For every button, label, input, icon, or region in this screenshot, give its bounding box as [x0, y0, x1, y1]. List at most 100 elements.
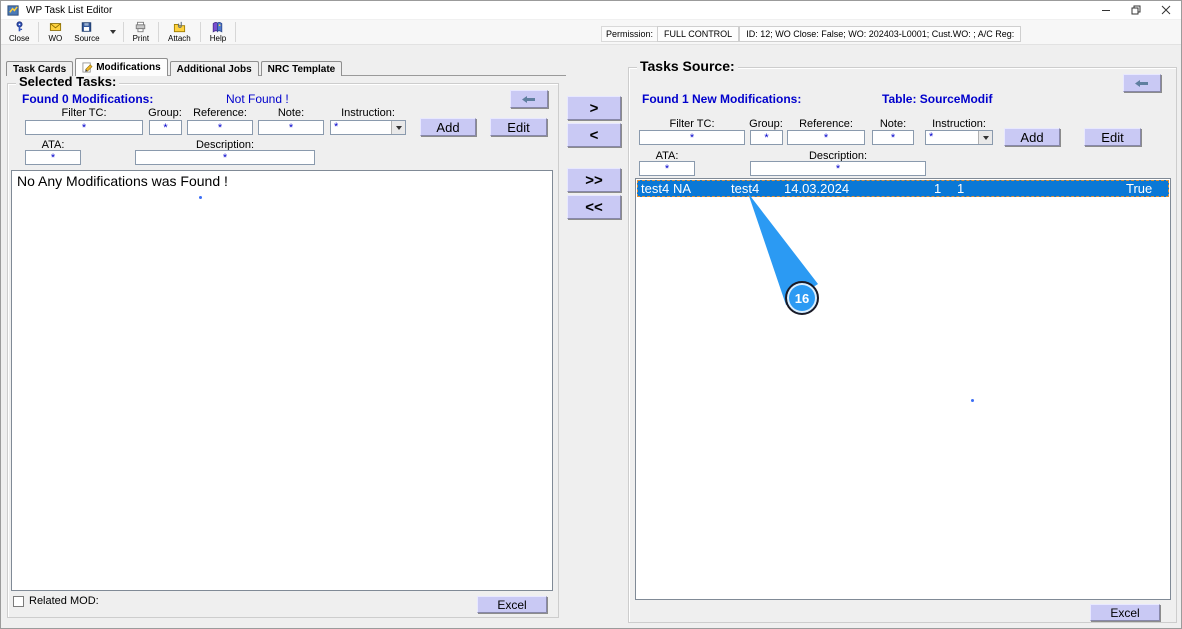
tab-nrc-template[interactable]: NRC Template: [260, 61, 343, 76]
toolbar-button-label: WO: [48, 34, 63, 43]
source-dropdown-arrow[interactable]: [106, 20, 120, 44]
ata-input[interactable]: [639, 161, 695, 176]
printer-icon: [136, 21, 146, 33]
excel-button-right[interactable]: Excel: [1090, 604, 1160, 621]
edit-pencil-icon: [82, 62, 93, 73]
row-reference: test4: [731, 181, 760, 196]
description-input[interactable]: [750, 161, 926, 176]
related-mod-checkbox[interactable]: [13, 595, 24, 607]
status-bar: Permission: FULL CONTROL ID: 12; WO Clos…: [601, 26, 1022, 42]
row-rev: 1: [934, 181, 942, 196]
found-count-text: Found 1 New Modifications:: [642, 92, 802, 106]
reference-label: Reference:: [193, 107, 247, 119]
toolbar-separator: [235, 22, 237, 42]
move-all-right-button[interactable]: >>: [567, 168, 621, 192]
tab-label: Task Cards: [13, 63, 67, 75]
close-icon[interactable]: [1151, 1, 1181, 19]
arrow-left-icon: [1135, 79, 1148, 87]
table-row[interactable]: test4 NA test4 14.03.2024 1 1 True: [637, 180, 1169, 197]
tab-modifications[interactable]: Modifications: [75, 58, 168, 76]
note-input[interactable]: [872, 130, 914, 145]
group-input[interactable]: [750, 130, 783, 145]
print-button[interactable]: Print: [127, 20, 155, 44]
artifact-dot: [971, 399, 974, 402]
close-button[interactable]: Close: [3, 20, 35, 44]
tasks-source-list[interactable]: test4 NA test4 14.03.2024 1 1 True: [635, 178, 1171, 600]
filter-tc-input[interactable]: [25, 120, 143, 135]
row-date: 14.03.2024: [784, 181, 850, 196]
filter-tc-input[interactable]: [639, 130, 745, 145]
permission-value: FULL CONTROL: [657, 26, 740, 42]
selected-tasks-panel: Selected Tasks: Found 0 Modifications: N…: [7, 74, 559, 618]
restore-icon[interactable]: [1121, 1, 1151, 19]
toolbar-separator: [38, 22, 40, 42]
chevron-down-icon: [395, 125, 402, 130]
table-name-text: Table: SourceModif: [882, 92, 993, 106]
collapse-panel-button[interactable]: [510, 90, 548, 108]
note-label: Note:: [277, 107, 305, 119]
wo-button[interactable]: WO: [42, 20, 68, 44]
tab-label: Additional Jobs: [176, 63, 252, 75]
exit-door-icon: [16, 21, 23, 32]
found-count-text: Found 0 Modifications:: [22, 92, 154, 106]
group-label: Group:: [148, 107, 182, 119]
window-title: WP Task List Editor: [26, 4, 113, 16]
tasks-source-panel: Tasks Source: Found 1 New Modifications:…: [628, 58, 1177, 623]
note-input[interactable]: [258, 120, 324, 135]
group-input[interactable]: [149, 120, 182, 135]
toolbar-button-label: Help: [209, 34, 227, 43]
related-mod-label: Related MOD:: [29, 595, 99, 607]
collapse-panel-button[interactable]: [1123, 74, 1161, 92]
attach-folder-icon: [173, 21, 185, 33]
app-window: WP Task List Editor Close WO Source Prin…: [0, 0, 1182, 629]
row-active: True: [1126, 181, 1153, 196]
move-right-button[interactable]: >: [567, 96, 621, 120]
instruction-combo[interactable]: *: [330, 120, 406, 135]
minimize-icon[interactable]: [1091, 1, 1121, 19]
toolbar-button-label: Close: [9, 34, 30, 43]
chevron-down-icon: [982, 135, 989, 140]
arrow-left-icon: [522, 95, 535, 103]
row-ata: test4: [641, 181, 670, 196]
toolbar-button-label: Attach: [168, 34, 191, 43]
selected-tasks-list[interactable]: No Any Modifications was Found !: [11, 170, 553, 591]
empty-list-message: No Any Modifications was Found !: [17, 173, 228, 189]
help-book-icon: [213, 22, 223, 33]
filter-tc-label: Filter TC:: [669, 118, 715, 130]
edit-button[interactable]: Edit: [490, 118, 547, 136]
move-all-left-button[interactable]: <<: [567, 195, 621, 219]
help-button[interactable]: Help: [204, 20, 232, 44]
tab-strip: Task Cards Modifications Additional Jobs…: [6, 58, 566, 76]
reference-input[interactable]: [787, 130, 865, 145]
row-count: 1: [957, 181, 965, 196]
tab-label: NRC Template: [267, 63, 336, 75]
excel-button-left[interactable]: Excel: [477, 596, 547, 613]
tab-label: Modifications: [96, 62, 161, 73]
chevron-down-icon: [109, 30, 116, 34]
instruction-value: *: [334, 121, 339, 133]
source-button[interactable]: Source: [68, 20, 105, 44]
combo-dropdown-arrow[interactable]: [978, 131, 992, 144]
combo-dropdown-arrow[interactable]: [391, 121, 405, 134]
move-left-button[interactable]: <: [567, 123, 621, 147]
instruction-label: Instruction:: [341, 107, 395, 119]
ata-input[interactable]: [25, 150, 81, 165]
wo-info: ID: 12; WO Close: False; WO: 202403-L000…: [739, 26, 1022, 42]
tab-task-cards[interactable]: Task Cards: [6, 61, 74, 76]
source-disk-icon: [82, 22, 92, 32]
instruction-label: Instruction:: [932, 118, 986, 130]
attach-button[interactable]: Attach: [162, 20, 197, 44]
toolbar-button-label: Source: [74, 34, 100, 43]
edit-button[interactable]: Edit: [1084, 128, 1141, 146]
toolbar-separator: [122, 22, 124, 42]
tab-additional-jobs[interactable]: Additional Jobs: [169, 61, 259, 76]
add-button[interactable]: Add: [1004, 128, 1060, 146]
description-input[interactable]: [135, 150, 315, 165]
selected-tasks-title: Selected Tasks:: [16, 74, 120, 89]
add-button[interactable]: Add: [420, 118, 476, 136]
artifact-dot: [199, 196, 202, 199]
instruction-combo[interactable]: *: [925, 130, 993, 145]
note-label: Note:: [879, 118, 907, 130]
tasks-source-title: Tasks Source:: [637, 58, 738, 74]
reference-input[interactable]: [187, 120, 253, 135]
